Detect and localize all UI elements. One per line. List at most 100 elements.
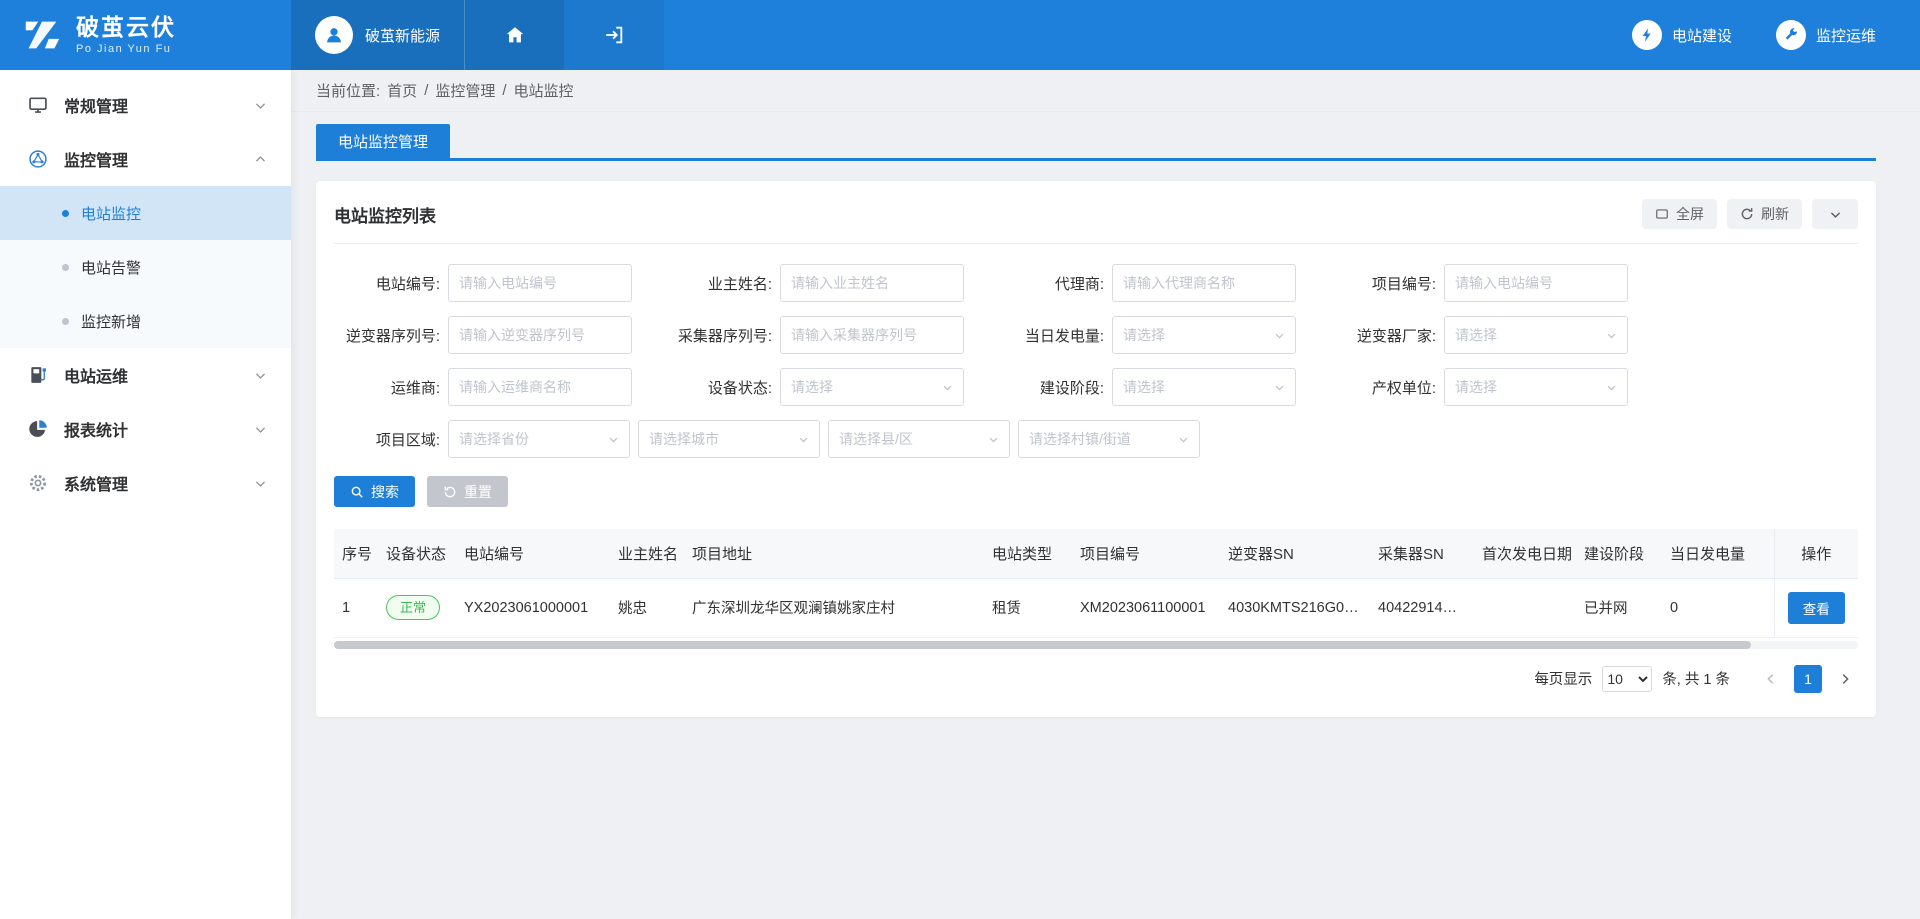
brand-title: 破茧云伏: [76, 15, 176, 40]
town-select[interactable]: 请选择村镇/街道: [1018, 420, 1200, 458]
district-select[interactable]: 请选择县/区: [828, 420, 1010, 458]
chevron-down-icon: [254, 99, 267, 112]
cell-address: 广东深圳龙华区观澜镇姚家庄村: [684, 578, 984, 637]
sidebar-item-general[interactable]: 常规管理: [0, 78, 291, 132]
reset-label: 重置: [464, 482, 492, 502]
cell-inverter-sn: 4030KMTS216G0213...: [1220, 578, 1370, 637]
filter-label: 采集器序列号:: [666, 325, 780, 346]
sidebar-item-system[interactable]: 系统管理: [0, 456, 291, 510]
refresh-icon: [1740, 207, 1754, 221]
chevron-down-icon: [1274, 330, 1285, 341]
per-page-label: 每页显示: [1534, 668, 1592, 689]
chevron-down-icon: [1274, 382, 1285, 393]
cell-daily-power: 0: [1662, 578, 1774, 637]
sidebar-subitem-label: 监控新增: [81, 311, 141, 332]
refresh-button[interactable]: 刷新: [1727, 199, 1802, 229]
station-code-input[interactable]: [448, 264, 632, 302]
inverter-vendor-select[interactable]: 请选择: [1444, 316, 1628, 354]
cell-index: 1: [334, 578, 378, 637]
inverter-sn-input[interactable]: [448, 316, 632, 354]
user-icon: [323, 24, 345, 46]
device-status-select[interactable]: 请选择: [780, 368, 964, 406]
filter-inverter-vendor: 逆变器厂家: 请选择: [1330, 316, 1662, 354]
nav-station-build[interactable]: 电站建设: [1632, 0, 1732, 70]
filter-label: 业主姓名:: [666, 273, 780, 294]
ops-provider-input[interactable]: [448, 368, 632, 406]
cell-collector-sn: 40422914A3...: [1370, 578, 1474, 637]
home-button[interactable]: [464, 0, 564, 70]
chevron-down-icon: [1829, 208, 1842, 221]
nav-monitor-ops[interactable]: 监控运维: [1776, 0, 1876, 70]
province-select[interactable]: 请选择省份: [448, 420, 630, 458]
brand-logo: 破茧云伏 Po Jian Yun Fu: [0, 0, 291, 70]
horizontal-scrollbar-thumb[interactable]: [334, 641, 1751, 649]
sidebar: 常规管理 监控管理 电站监控 电站告警 监控新增 电站运维: [0, 70, 291, 919]
sidebar-item-label: 系统管理: [64, 471, 128, 495]
sidebar-subitem-station-monitor[interactable]: 电站监控: [0, 186, 291, 240]
filter-label: 逆变器厂家:: [1330, 325, 1444, 346]
filter-property-unit: 产权单位: 请选择: [1330, 368, 1662, 406]
filter-label: 产权单位:: [1330, 377, 1444, 398]
select-placeholder: 请选择: [1123, 325, 1165, 345]
breadcrumb-home[interactable]: 首页: [387, 80, 417, 101]
sidebar-item-reports[interactable]: 报表统计: [0, 402, 291, 456]
filter-label: 当日发电量:: [998, 325, 1112, 346]
col-actions: 操作: [1774, 529, 1858, 578]
search-label: 搜索: [371, 482, 399, 502]
user-menu[interactable]: 破茧新能源: [291, 0, 464, 70]
project-code-input[interactable]: [1444, 264, 1628, 302]
col-address: 项目地址: [684, 529, 984, 578]
pie-chart-icon: [26, 419, 50, 439]
breadcrumb: 当前位置: 首页 / 监控管理 / 电站监控: [291, 70, 1920, 112]
fullscreen-button[interactable]: 全屏: [1642, 199, 1717, 229]
breadcrumb-section: 监控管理: [435, 80, 495, 101]
property-unit-select[interactable]: 请选择: [1444, 368, 1628, 406]
bullet-icon: [62, 264, 69, 271]
owner-name-input[interactable]: [780, 264, 964, 302]
brand-subtitle: Po Jian Yun Fu: [76, 43, 176, 55]
filter-project-code: 项目编号:: [1330, 264, 1662, 302]
charging-station-icon: [26, 365, 50, 385]
page-number-button[interactable]: 1: [1794, 665, 1822, 693]
collapse-panel-button[interactable]: [1812, 199, 1858, 229]
filter-inverter-sn: 逆变器序列号:: [334, 316, 666, 354]
total-count-label: 条, 共 1 条: [1662, 668, 1730, 689]
logout-button[interactable]: [564, 0, 664, 70]
next-page-button[interactable]: [1832, 666, 1858, 692]
col-index: 序号: [334, 529, 378, 578]
search-icon: [350, 485, 364, 499]
col-owner: 业主姓名: [610, 529, 684, 578]
city-select[interactable]: 请选择城市: [638, 420, 820, 458]
sidebar-subitem-label: 电站监控: [81, 203, 141, 224]
sidebar-item-monitoring[interactable]: 监控管理: [0, 132, 291, 186]
col-daily-power: 当日发电量: [1662, 529, 1774, 578]
prev-page-button[interactable]: [1758, 666, 1784, 692]
agent-name-input[interactable]: [1112, 264, 1296, 302]
sidebar-item-label: 报表统计: [64, 417, 128, 441]
lightning-icon: [1632, 20, 1662, 50]
sidebar-subitem-station-alarm[interactable]: 电站告警: [0, 240, 291, 294]
bullet-icon: [62, 318, 69, 325]
sidebar-subitem-monitor-add[interactable]: 监控新增: [0, 294, 291, 348]
breadcrumb-prefix: 当前位置:: [316, 80, 380, 101]
cell-first-power-date: [1474, 578, 1576, 637]
tab-station-monitor-management[interactable]: 电站监控管理: [316, 124, 450, 158]
station-monitor-panel: 电站监控列表 全屏 刷新 电站编号:: [316, 181, 1876, 717]
sidebar-submenu-monitoring: 电站监控 电站告警 监控新增: [0, 186, 291, 348]
view-button[interactable]: 查看: [1788, 592, 1845, 624]
status-badge: 正常: [386, 595, 440, 621]
avatar: [315, 16, 353, 54]
cell-actions: 查看: [1774, 578, 1858, 637]
search-button[interactable]: 搜索: [334, 476, 415, 507]
construction-stage-select[interactable]: 请选择: [1112, 368, 1296, 406]
reset-button[interactable]: 重置: [427, 476, 508, 507]
page-size-select[interactable]: 10: [1602, 666, 1652, 692]
daily-energy-select[interactable]: 请选择: [1112, 316, 1296, 354]
sidebar-item-station-ops[interactable]: 电站运维: [0, 348, 291, 402]
filter-daily-energy: 当日发电量: 请选择: [998, 316, 1330, 354]
collector-sn-input[interactable]: [780, 316, 964, 354]
col-station-no: 电站编号: [456, 529, 610, 578]
brand-text: 破茧云伏 Po Jian Yun Fu: [76, 15, 176, 55]
col-collector-sn: 采集器SN: [1370, 529, 1474, 578]
cell-type: 租赁: [984, 578, 1072, 637]
